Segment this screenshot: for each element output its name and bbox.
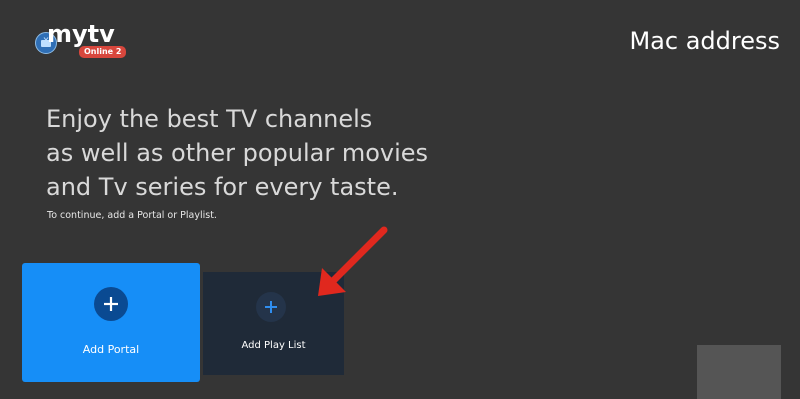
headline-line: Enjoy the best TV channels (46, 105, 373, 133)
plus-icon (94, 287, 128, 321)
headline-line: as well as other popular movies (46, 139, 429, 167)
corner-overlay (697, 345, 781, 399)
logo-badge: Online 2 (79, 46, 127, 58)
instruction-text: To continue, add a Portal or Playlist. (47, 210, 217, 221)
app-logo: mytv Online 2 (33, 20, 133, 62)
mac-address-label: Mac address (629, 27, 780, 55)
headline: Enjoy the best TV channels as well as ot… (46, 102, 546, 204)
red-arrow-icon (318, 226, 388, 296)
plus-icon (256, 292, 286, 322)
add-portal-label: Add Portal (82, 343, 140, 356)
headline-line: and Tv series for every taste. (46, 173, 399, 201)
logo-text: mytv (47, 20, 115, 48)
add-playlist-label: Add Play List (241, 340, 306, 351)
add-portal-button[interactable]: Add Portal (22, 263, 200, 382)
